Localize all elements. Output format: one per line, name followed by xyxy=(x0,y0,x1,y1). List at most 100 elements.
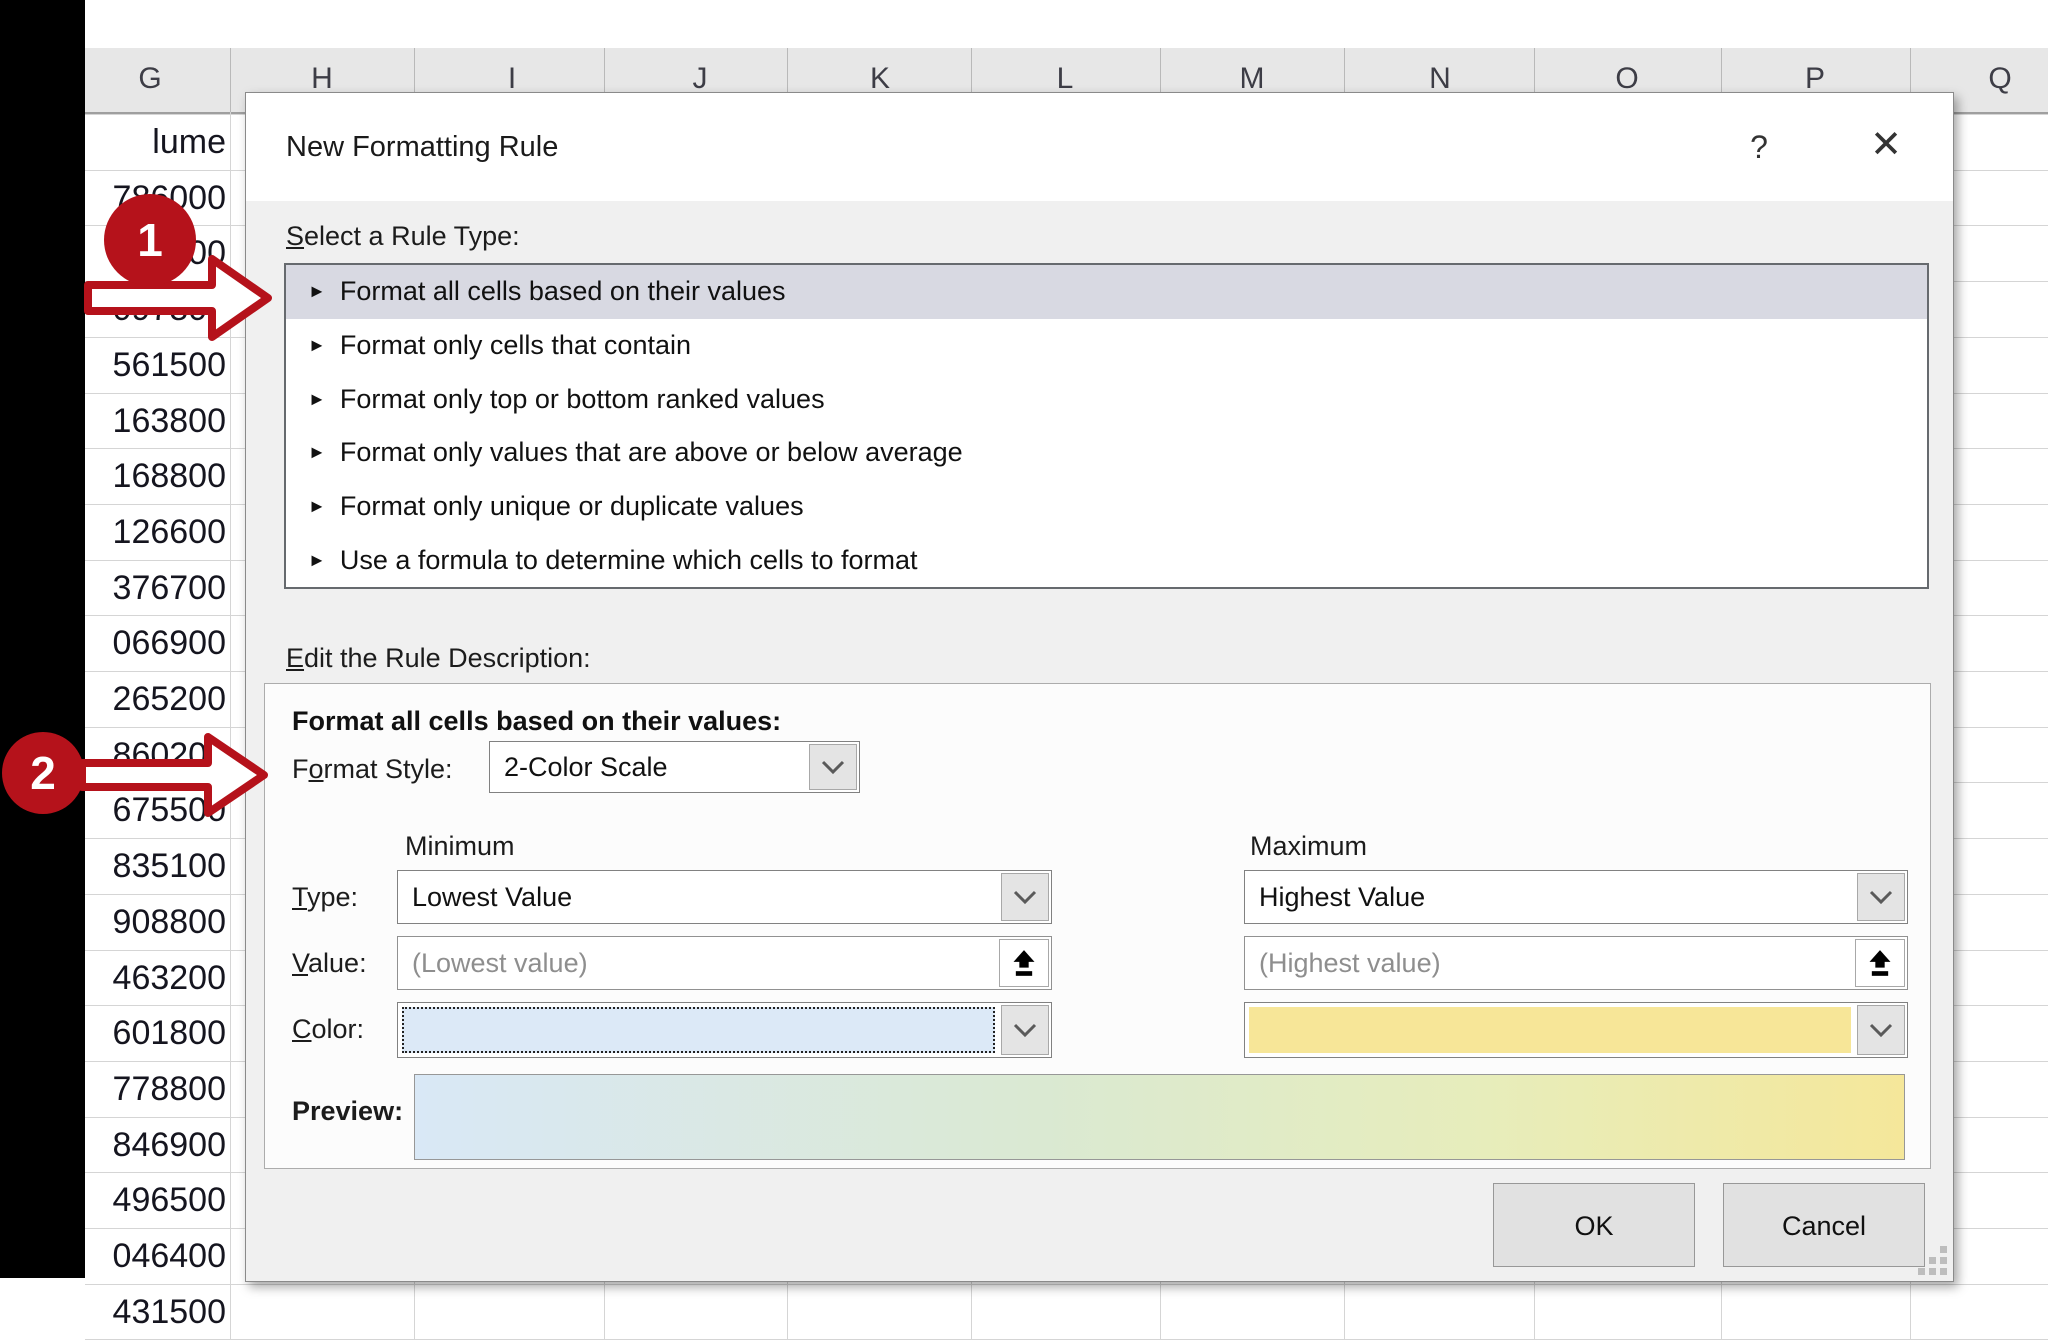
minimum-value-input[interactable] xyxy=(398,946,997,980)
annotation-step-1-badge: 1 xyxy=(104,194,196,286)
column-header-L[interactable]: L xyxy=(1057,62,1074,96)
excel-screenshot: GHIJKLMNOPQlume7860009000978005615001638… xyxy=(0,0,2048,1340)
rule-type-option-6[interactable]: ► Use a formula to determine which cells … xyxy=(286,533,1927,587)
row-gridline xyxy=(1953,1228,2048,1229)
row-gridline xyxy=(1953,1172,2048,1174)
column-header-G[interactable]: G xyxy=(138,62,161,96)
column-header-Q[interactable]: Q xyxy=(1988,62,2011,96)
minimum-type-value: Lowest Value xyxy=(412,881,573,912)
preview-label: Preview: xyxy=(292,1096,404,1126)
minimum-column-header: Minimum xyxy=(405,831,515,861)
minimum-type-select[interactable]: Lowest Value xyxy=(397,870,1052,924)
maximum-value-input[interactable] xyxy=(1245,946,1853,980)
column-gridline xyxy=(1344,1280,1345,1340)
rule-item-arrow-icon: ► xyxy=(308,496,326,517)
g-column-cell[interactable]: 126600 xyxy=(85,504,226,560)
rule-item-arrow-icon: ► xyxy=(308,442,326,463)
rule-type-option-3[interactable]: ► Format only top or bottom ranked values xyxy=(286,372,1927,426)
row-gridline xyxy=(1953,225,2048,227)
chevron-down-icon[interactable] xyxy=(1001,873,1049,921)
g-column-cell[interactable]: 163800 xyxy=(85,393,226,449)
g-column-cell[interactable]: 066900 xyxy=(85,615,226,671)
column-header-J[interactable]: J xyxy=(693,62,708,96)
rule-type-option-5[interactable]: ► Format only unique or duplicate values xyxy=(286,480,1927,534)
maximum-type-value: Highest Value xyxy=(1259,881,1426,912)
rule-description-label: Edit the Rule Description: xyxy=(286,643,591,673)
row-gridline xyxy=(85,726,245,728)
row-gridline xyxy=(85,1283,2048,1285)
g-column-cell[interactable]: 265200 xyxy=(85,671,226,727)
collapse-dialog-icon[interactable] xyxy=(999,939,1049,987)
g-column-cell[interactable]: 168800 xyxy=(85,448,226,504)
format-style-select[interactable]: 2-Color Scale xyxy=(489,741,860,793)
row-gridline xyxy=(1953,949,2048,951)
column-header-M[interactable]: M xyxy=(1240,62,1265,96)
g-column-header-cell[interactable]: lume xyxy=(85,114,226,170)
chevron-down-icon[interactable] xyxy=(1001,1005,1049,1055)
row-gridline xyxy=(85,838,245,840)
help-icon[interactable]: ? xyxy=(1724,93,1794,201)
rule-type-option-2[interactable]: ► Format only cells that contain xyxy=(286,319,1927,373)
chevron-down-icon[interactable] xyxy=(1857,873,1905,921)
chevron-down-icon[interactable] xyxy=(809,744,857,790)
close-icon[interactable]: ✕ xyxy=(1846,93,1926,201)
column-header-I[interactable]: I xyxy=(508,62,516,96)
column-header-P[interactable]: P xyxy=(1805,62,1825,96)
g-column-cell[interactable]: 376700 xyxy=(85,560,226,616)
row-gridline xyxy=(1953,615,2048,617)
row-gridline xyxy=(1953,392,2048,394)
resize-grip-icon[interactable] xyxy=(1917,1245,1947,1275)
rule-type-label: Select a Rule Type: xyxy=(286,221,520,251)
column-header-H[interactable]: H xyxy=(311,62,333,96)
row-gridline xyxy=(1953,782,2048,784)
g-column-cell[interactable]: 908800 xyxy=(85,894,226,950)
rule-type-option-1[interactable]: ► Format all cells based on their values xyxy=(286,265,1927,319)
g-column-cell[interactable]: 431500 xyxy=(85,1284,226,1340)
ok-button[interactable]: OK xyxy=(1493,1183,1695,1267)
g-column-cell[interactable]: 463200 xyxy=(85,950,226,1006)
row-gridline xyxy=(1953,169,2048,171)
column-gridline xyxy=(1721,1280,1722,1340)
new-formatting-rule-dialog: New Formatting Rule ? ✕ Select a Rule Ty… xyxy=(245,92,1954,1282)
g-column-cell[interactable]: 561500 xyxy=(85,337,226,393)
left-black-panel xyxy=(0,0,85,1278)
row-gridline xyxy=(1953,1005,2048,1007)
rule-item-label: Format only unique or duplicate values xyxy=(339,491,804,522)
row-gridline xyxy=(85,448,245,450)
maximum-value-field xyxy=(1244,936,1908,990)
minimum-color-select[interactable] xyxy=(397,1002,1052,1058)
column-header-K[interactable]: K xyxy=(870,62,890,96)
column-header-N[interactable]: N xyxy=(1429,62,1451,96)
maximum-color-select[interactable] xyxy=(1244,1002,1908,1058)
column-divider xyxy=(230,48,231,112)
g-column-cell[interactable]: 846900 xyxy=(85,1117,226,1173)
maximum-column-header: Maximum xyxy=(1250,831,1368,861)
dialog-titlebar[interactable]: New Formatting Rule ? ✕ xyxy=(246,93,1953,201)
column-header-O[interactable]: O xyxy=(1615,62,1638,96)
g-column-cell[interactable]: 778800 xyxy=(85,1061,226,1117)
row-gridline xyxy=(1953,503,2048,505)
cancel-button[interactable]: Cancel xyxy=(1723,1183,1925,1267)
g-column-cell[interactable]: 835100 xyxy=(85,838,226,894)
g-column-cell[interactable]: 046400 xyxy=(85,1228,226,1284)
dialog-title: New Formatting Rule xyxy=(286,131,559,163)
maximum-type-select[interactable]: Highest Value xyxy=(1244,870,1908,924)
row-gridline xyxy=(85,1060,245,1062)
rule-item-label: Format only values that are above or bel… xyxy=(339,437,963,468)
g-column-cell[interactable]: 496500 xyxy=(85,1172,226,1228)
row-gridline xyxy=(1953,838,2048,840)
rule-description-groupbox: Format all cells based on their values: … xyxy=(264,683,1931,1169)
row-gridline xyxy=(85,949,245,951)
format-style-value: 2-Color Scale xyxy=(504,751,668,782)
row-gridline xyxy=(85,615,245,617)
g-column-cell[interactable]: 601800 xyxy=(85,1005,226,1061)
rule-type-option-4[interactable]: ► Format only values that are above or be… xyxy=(286,426,1927,480)
rule-type-listbox[interactable]: ► Format all cells based on their values ►… xyxy=(284,263,1929,589)
rule-item-arrow-icon: ► xyxy=(308,335,326,355)
column-gridline xyxy=(787,1280,788,1340)
chevron-down-icon[interactable] xyxy=(1857,1005,1905,1055)
column-gridline xyxy=(604,1280,605,1340)
collapse-dialog-icon[interactable] xyxy=(1855,939,1905,987)
rule-item-arrow-icon: ► xyxy=(308,281,326,302)
row-gridline xyxy=(1953,671,2048,672)
